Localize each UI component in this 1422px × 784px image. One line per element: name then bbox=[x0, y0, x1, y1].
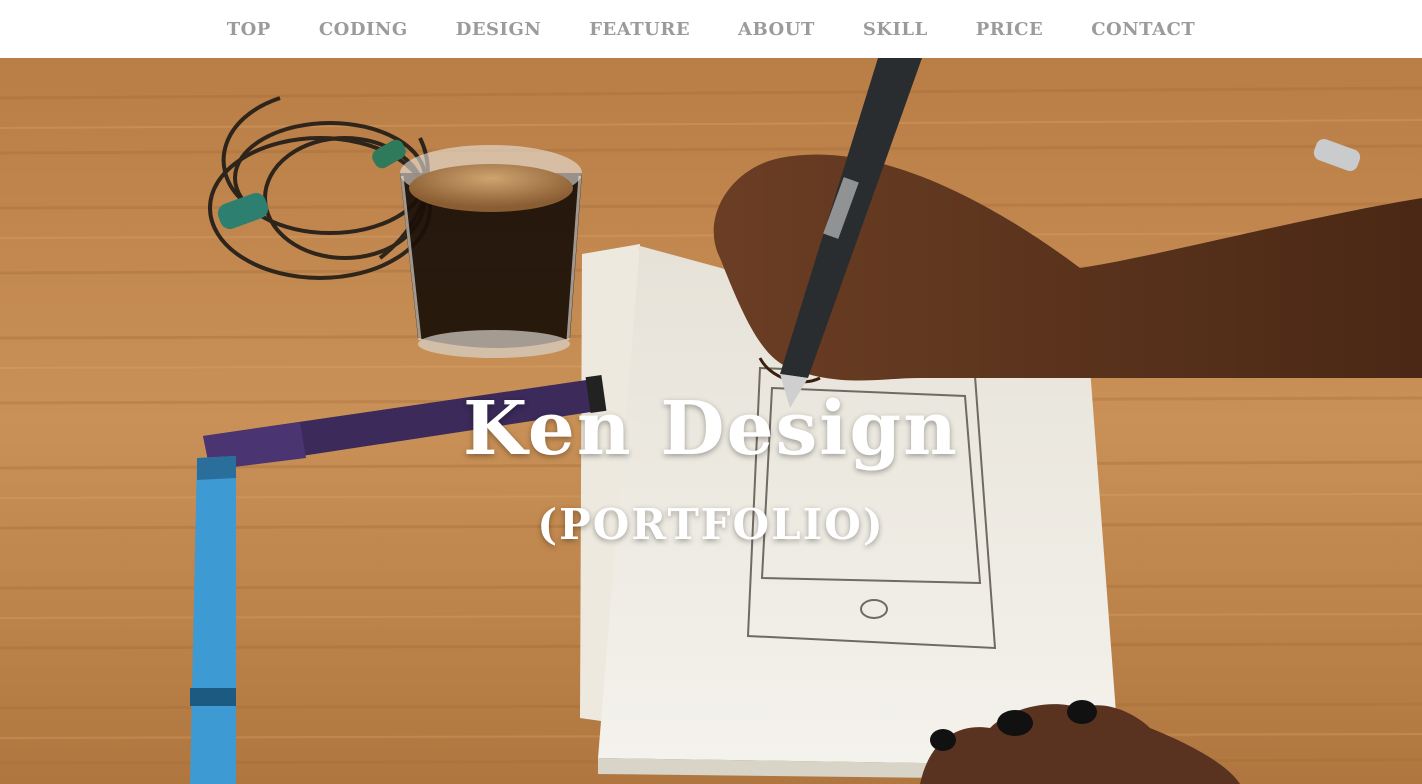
coffee-glass bbox=[400, 145, 582, 358]
hero-subtitle: (PORTFOLIO) bbox=[537, 500, 885, 549]
hero-title: Ken Design bbox=[463, 386, 959, 472]
nav-item-top[interactable]: TOP bbox=[227, 19, 271, 40]
nav-item-price[interactable]: PRICE bbox=[976, 19, 1043, 40]
top-navbar: TOP CODING DESIGN FEATURE ABOUT SKILL PR… bbox=[0, 0, 1422, 58]
nav-item-design[interactable]: DESIGN bbox=[456, 19, 542, 40]
nav-item-contact[interactable]: CONTACT bbox=[1091, 19, 1195, 40]
hero-section: Ken Design (PORTFOLIO) bbox=[0, 58, 1422, 784]
nav-item-feature[interactable]: FEATURE bbox=[589, 19, 690, 40]
nav-item-coding[interactable]: CODING bbox=[319, 19, 408, 40]
nav-item-about[interactable]: ABOUT bbox=[738, 19, 815, 40]
nav-item-skill[interactable]: SKILL bbox=[863, 19, 928, 40]
nav-menu: TOP CODING DESIGN FEATURE ABOUT SKILL PR… bbox=[0, 0, 1422, 58]
